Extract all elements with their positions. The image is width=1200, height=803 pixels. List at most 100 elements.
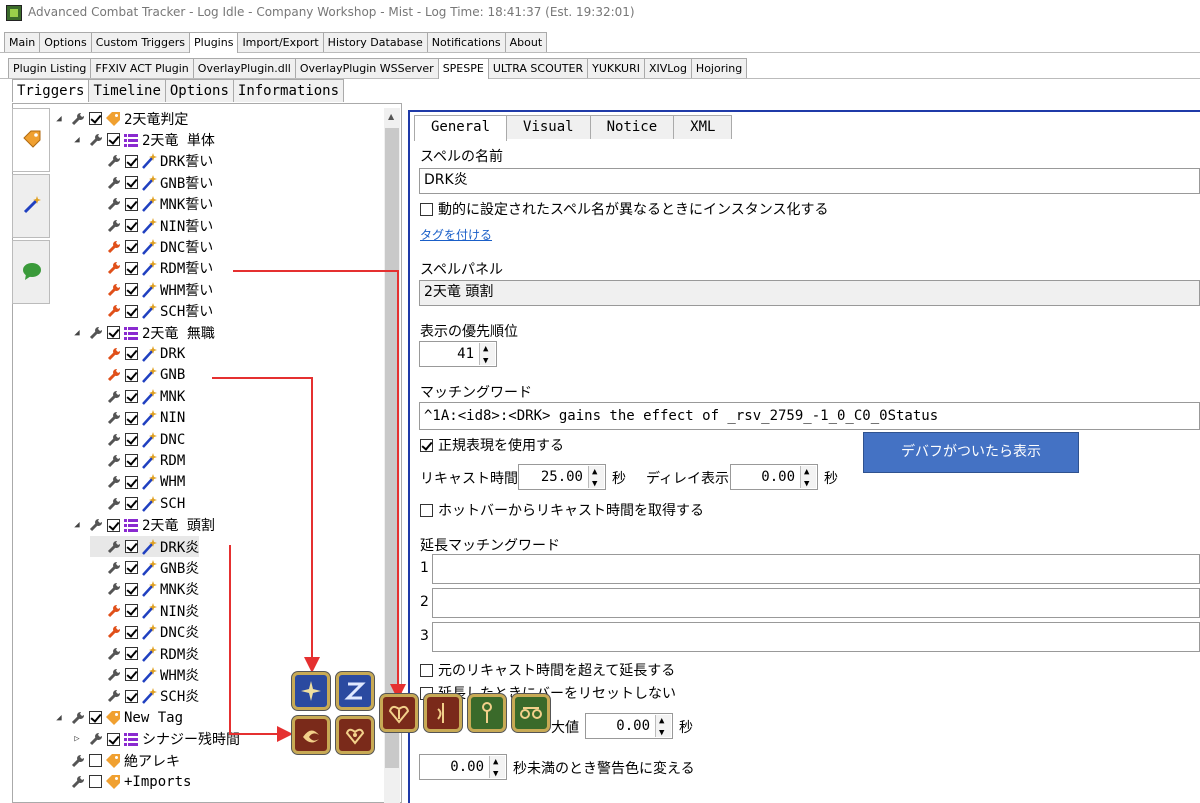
node-checkbox[interactable] — [125, 347, 138, 361]
tree-node[interactable]: NIN炎 — [90, 600, 199, 621]
node-checkbox[interactable] — [107, 326, 120, 339]
detail-tab-xml[interactable]: XML — [673, 115, 733, 139]
plugin-tab-xivlog[interactable]: XIVLog — [643, 58, 692, 78]
detail-tab-visual[interactable]: Visual — [506, 115, 591, 139]
wrench-icon[interactable] — [106, 432, 122, 448]
wrench-icon[interactable] — [70, 111, 86, 127]
wrench-icon[interactable] — [88, 132, 104, 148]
warn-stepper[interactable]: 0.00 — [419, 750, 507, 786]
node-checkbox[interactable] — [125, 689, 138, 703]
tree-node[interactable]: GNB — [90, 365, 185, 386]
node-checkbox[interactable] — [125, 154, 138, 168]
node-checkbox[interactable] — [89, 112, 102, 125]
max-stepper[interactable]: 0.00 — [585, 709, 673, 745]
tree-node[interactable]: GNB炎 — [90, 557, 199, 578]
node-checkbox[interactable] — [125, 176, 138, 190]
plugin-tab-plugin-listing[interactable]: Plugin Listing — [8, 58, 92, 78]
tab-notifications[interactable]: Notifications — [426, 32, 506, 52]
tab-plugins[interactable]: Plugins — [189, 32, 239, 53]
tree-node[interactable]: GNB誓い — [90, 172, 213, 193]
wrench-icon[interactable] — [106, 688, 122, 704]
tree-node[interactable]: ◢ 2天竜 単体 — [72, 129, 215, 150]
plugin-tab-spespe[interactable]: SPESPE — [437, 58, 489, 79]
node-checkbox[interactable] — [125, 625, 138, 639]
wrench-icon[interactable] — [106, 646, 122, 662]
expanded-arrow-icon[interactable]: ◢ — [72, 520, 82, 530]
wrench-icon[interactable] — [70, 710, 86, 726]
tree-node[interactable]: DRK誓い — [90, 151, 213, 172]
node-checkbox[interactable] — [89, 775, 102, 789]
tree-node[interactable]: DRK炎 — [90, 536, 200, 557]
hotbar-checkbox[interactable] — [420, 503, 433, 517]
wrench-icon[interactable] — [106, 581, 122, 597]
tree-node[interactable]: 絶アレキ — [54, 750, 180, 771]
spell-tab[interactable] — [12, 174, 50, 238]
ext-match-input[interactable] — [432, 554, 1200, 584]
regex-check[interactable]: 正規表現を使用する — [420, 435, 564, 455]
scroll-up-icon[interactable]: ▲ — [388, 112, 394, 121]
tree-node[interactable]: SCH炎 — [90, 686, 199, 707]
tree-node[interactable]: DNC炎 — [90, 622, 199, 643]
tree-node[interactable]: SCH誓い — [90, 301, 213, 322]
tree-node[interactable]: WHM炎 — [90, 664, 199, 685]
plugin-tab-ultra-scouter[interactable]: ULTRA SCOUTER — [487, 58, 589, 78]
spin-icon[interactable] — [479, 337, 495, 373]
node-checkbox[interactable] — [125, 582, 138, 596]
node-checkbox[interactable] — [125, 390, 138, 404]
tree-node[interactable]: RDM炎 — [90, 643, 199, 664]
instance-check[interactable]: 動的に設定されたスペル名が異なるときにインスタンス化する — [420, 199, 828, 219]
tree-node[interactable]: NIN誓い — [90, 215, 213, 236]
node-checkbox[interactable] — [107, 732, 120, 746]
wrench-icon[interactable] — [106, 496, 122, 512]
wrench-icon[interactable] — [106, 453, 122, 469]
scroll-thumb[interactable] — [385, 128, 399, 768]
node-checkbox[interactable] — [125, 604, 138, 618]
wrench-icon[interactable] — [106, 239, 122, 255]
wrench-icon[interactable] — [88, 325, 104, 341]
collapsed-arrow-icon[interactable]: ▷ — [72, 734, 82, 744]
regex-checkbox[interactable] — [420, 438, 433, 452]
node-checkbox[interactable] — [107, 518, 120, 532]
tree-node[interactable]: ◢ 2天竜 頭割 — [72, 515, 215, 536]
instance-checkbox[interactable] — [420, 202, 433, 216]
node-checkbox[interactable] — [125, 411, 138, 425]
wrench-icon[interactable] — [88, 517, 104, 533]
spespe-tab-timeline[interactable]: Timeline — [88, 79, 166, 102]
spin-icon[interactable] — [655, 709, 671, 745]
spespe-tab-informations[interactable]: Informations — [232, 79, 345, 102]
node-checkbox[interactable] — [125, 219, 138, 232]
spin-icon[interactable] — [588, 460, 604, 496]
tree-node[interactable]: DNC誓い — [90, 236, 213, 257]
ticker-tab[interactable] — [12, 240, 50, 304]
tree-node[interactable]: WHM — [90, 472, 185, 493]
tab-custom-triggers[interactable]: Custom Triggers — [90, 32, 191, 52]
wrench-icon[interactable] — [106, 346, 122, 362]
tab-options[interactable]: Options — [39, 32, 92, 52]
wrench-icon[interactable] — [106, 367, 122, 383]
wrench-icon[interactable] — [88, 731, 104, 747]
spin-icon[interactable] — [489, 750, 505, 786]
wrench-icon[interactable] — [106, 560, 122, 576]
wrench-icon[interactable] — [106, 260, 122, 276]
node-checkbox[interactable] — [107, 133, 120, 147]
hotbar-check[interactable]: ホットバーからリキャスト時間を取得する — [420, 500, 704, 520]
tab-history-database[interactable]: History Database — [322, 32, 428, 52]
node-checkbox[interactable] — [125, 561, 138, 575]
tree-node[interactable]: DNC — [90, 429, 185, 450]
detail-tab-general[interactable]: General — [414, 115, 508, 141]
tree-node[interactable]: MNK炎 — [90, 579, 199, 600]
node-checkbox[interactable] — [125, 304, 138, 318]
plugin-tab-overlayplugin-wsserver[interactable]: OverlayPlugin WSServer — [294, 58, 439, 78]
node-checkbox[interactable] — [125, 647, 138, 660]
node-checkbox[interactable] — [125, 283, 138, 297]
tree-node[interactable]: DRK — [90, 343, 185, 364]
wrench-icon[interactable] — [106, 196, 122, 212]
plugin-tab-overlayplugin-dll[interactable]: OverlayPlugin.dll — [192, 58, 296, 78]
plugin-tab-hojoring[interactable]: Hojoring — [690, 58, 748, 78]
detail-tab-notice[interactable]: Notice — [589, 115, 675, 139]
tree-node[interactable]: ◢ 2天竜判定 — [54, 108, 188, 129]
tab-import-export[interactable]: Import/Export — [237, 32, 324, 52]
tab-about[interactable]: About — [504, 32, 548, 52]
wrench-icon[interactable] — [106, 474, 122, 490]
tree-node[interactable]: ◢ 2天竜 無職 — [72, 322, 215, 343]
